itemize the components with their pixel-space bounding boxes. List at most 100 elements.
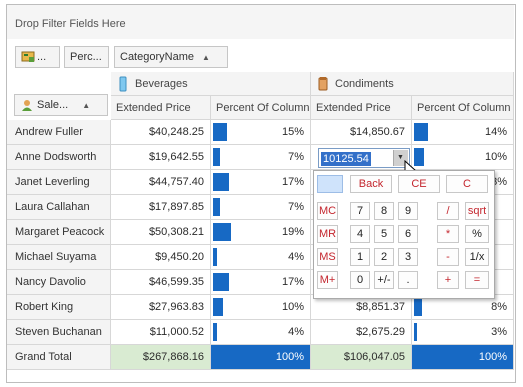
percent-bar (213, 223, 231, 241)
beverages-price-cell[interactable]: $40,248.25 (111, 120, 211, 145)
calculator-key[interactable]: 6 (398, 225, 418, 243)
row-header: Steven Buchanan (7, 320, 111, 345)
calculator-key[interactable]: 3 (398, 248, 418, 266)
beverages-percent-cell[interactable]: 7% (211, 145, 311, 170)
row-header: Laura Callahan (7, 195, 111, 220)
calculator-key[interactable]: Back (350, 175, 392, 193)
calculator-key[interactable]: / (437, 202, 459, 220)
grand-total-beverages-percent[interactable]: 100% (211, 345, 311, 370)
grand-total-condiments-price[interactable]: $106,047.05 (311, 345, 412, 370)
chevron-down-icon: ▼ (397, 154, 404, 161)
grand-total-label: Grand Total (7, 345, 111, 370)
percent-value: 4% (288, 251, 304, 263)
calculator-key[interactable]: sqrt (465, 202, 489, 220)
percent-value: 17% (281, 276, 304, 288)
beverages-percent-cell[interactable]: 10% (211, 295, 311, 320)
calculator-key[interactable]: C (446, 175, 488, 193)
condiments-price-cell[interactable]: $2,675.29 (311, 320, 412, 345)
calculator-key[interactable]: 2 (374, 248, 394, 266)
calculator-key[interactable]: 0 (350, 271, 370, 289)
column-header-extended-price[interactable]: Extended Price (111, 96, 211, 120)
data-fields-icon (21, 51, 35, 62)
calculator-key[interactable]: 4 (350, 225, 370, 243)
calculator-key[interactable]: 1/x (465, 248, 489, 266)
percent-value: 10% (281, 301, 304, 313)
percent-bar (213, 273, 229, 291)
calculator-key[interactable]: 7 (350, 202, 370, 220)
beverages-price-cell[interactable]: $27,963.83 (111, 295, 211, 320)
percent-value: 10% (484, 151, 507, 163)
sort-asc-icon: ▲ (82, 100, 91, 110)
column-header-condiments[interactable]: Condiments (311, 72, 514, 96)
calculator-key[interactable]: MR (317, 225, 338, 243)
percent-bar (213, 173, 229, 191)
calculator-key[interactable]: % (465, 225, 489, 243)
calculator-key[interactable]: +/- (374, 271, 394, 289)
beverages-price-cell[interactable]: $44,757.40 (111, 170, 211, 195)
cell-editor[interactable]: 10125.54 ▼ (318, 148, 410, 168)
calculator-key[interactable]: 1 (350, 248, 370, 266)
beverages-icon (119, 76, 127, 91)
percent-value: 7% (288, 151, 304, 163)
condiments-percent-cell[interactable]: 14% (412, 120, 514, 145)
percent-value: 8% (491, 301, 507, 313)
percent-value: 7% (288, 201, 304, 213)
percent-value: 4% (288, 326, 304, 338)
user-icon (22, 100, 32, 111)
percent-value: 14% (484, 126, 507, 138)
calculator-key[interactable]: 5 (374, 225, 394, 243)
calculator-key[interactable]: 9 (398, 202, 418, 220)
calculator-key[interactable]: = (465, 271, 489, 289)
beverages-price-cell[interactable]: $17,897.85 (111, 195, 211, 220)
beverages-percent-cell[interactable]: 4% (211, 320, 311, 345)
calculator-key[interactable]: CE (398, 175, 440, 193)
field-button-sales[interactable]: Sale... ▲ (14, 94, 108, 116)
field-button-category-label: CategoryName (120, 51, 194, 63)
percent-value: 15% (281, 126, 304, 138)
sort-asc-icon: ▲ (201, 52, 210, 62)
beverages-price-cell[interactable]: $9,450.20 (111, 245, 211, 270)
grand-total-beverages-price[interactable]: $267,868.16 (111, 345, 211, 370)
percent-bar (213, 148, 220, 166)
percent-bar (213, 298, 223, 316)
calculator-key[interactable]: . (398, 271, 418, 289)
column-header-percent-of-column[interactable]: Percent Of Column (211, 96, 311, 120)
calculator-key[interactable]: MS (317, 248, 338, 266)
calculator-key[interactable]: 8 (374, 202, 394, 220)
row-header: Andrew Fuller (7, 120, 111, 145)
condiments-percent-cell[interactable]: 10% (412, 145, 514, 170)
column-header-beverages-label: Beverages (135, 77, 188, 90)
condiments-percent-cell[interactable]: 3% (412, 320, 514, 345)
field-button-data[interactable]: ... (15, 46, 60, 68)
grand-total-condiments-percent[interactable]: 100% (412, 345, 514, 370)
percent-bar (213, 248, 217, 266)
calculator-key[interactable]: M+ (317, 271, 338, 289)
beverages-price-cell[interactable]: $50,308.21 (111, 220, 211, 245)
calculator-key[interactable]: * (437, 225, 459, 243)
field-button-percent-label: Perc... (70, 51, 102, 63)
beverages-price-cell[interactable]: $46,599.35 (111, 270, 211, 295)
condiments-icon (318, 76, 328, 90)
column-header-beverages[interactable]: Beverages (111, 72, 311, 96)
beverages-percent-cell[interactable]: 19% (211, 220, 311, 245)
beverages-percent-cell[interactable]: 17% (211, 170, 311, 195)
field-button-percent[interactable]: Perc... (64, 46, 109, 68)
condiments-price-cell[interactable]: $14,850.67 (311, 120, 412, 145)
percent-value: 19% (281, 226, 304, 238)
column-header-percent-of-column[interactable]: Percent Of Column (412, 96, 514, 120)
beverages-price-cell[interactable]: $19,642.55 (111, 145, 211, 170)
percent-bar (213, 323, 217, 341)
field-button-category[interactable]: CategoryName ▲ (114, 46, 228, 68)
beverages-percent-cell[interactable]: 17% (211, 270, 311, 295)
beverages-percent-cell[interactable]: 15% (211, 120, 311, 145)
calculator-key[interactable]: + (437, 271, 459, 289)
cell-editor-value[interactable]: 10125.54 (321, 152, 371, 166)
beverages-price-cell[interactable]: $11,000.52 (111, 320, 211, 345)
calculator-key[interactable]: MC (317, 202, 338, 220)
beverages-percent-cell[interactable]: 7% (211, 195, 311, 220)
calculator-key[interactable]: - (437, 248, 459, 266)
row-header: Robert King (7, 295, 111, 320)
beverages-percent-cell[interactable]: 4% (211, 245, 311, 270)
row-header: Michael Suyama (7, 245, 111, 270)
column-header-extended-price[interactable]: Extended Price (311, 96, 412, 120)
